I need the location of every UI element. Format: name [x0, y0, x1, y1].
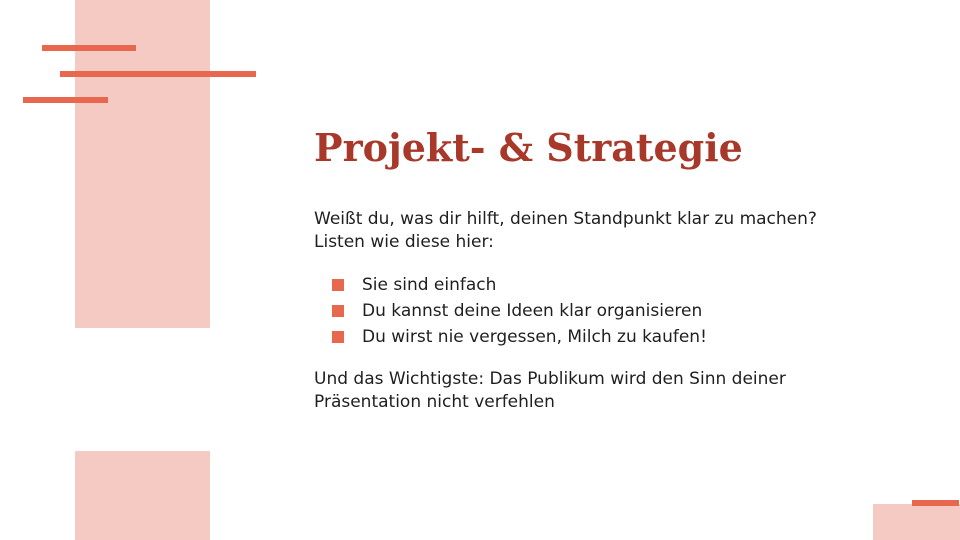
bullet-text: Sie sind einfach — [362, 275, 497, 295]
bullet-item: Du wirst nie vergessen, Milch zu kaufen! — [314, 324, 834, 350]
bullet-list: Sie sind einfach Du kannst deine Ideen k… — [314, 272, 834, 350]
square-bullet-icon — [332, 331, 344, 343]
slide-body: Weißt du, was dir hilft, deinen Standpun… — [314, 208, 834, 414]
bullet-item: Du kannst deine Ideen klar organisieren — [314, 298, 834, 324]
bullet-text: Du kannst deine Ideen klar organisieren — [362, 301, 703, 321]
decorative-block-bottom — [75, 451, 210, 540]
conclusion-text: Und das Wichtigste: Das Publikum wird de… — [314, 369, 786, 412]
decorative-line — [60, 71, 256, 77]
slide: Projekt- & Strategie Weißt du, was dir h… — [0, 0, 960, 540]
bullet-text: Du wirst nie vergessen, Milch zu kaufen! — [362, 327, 707, 347]
decorative-block-corner — [873, 504, 960, 540]
intro-text: Listen wie diese hier: — [314, 232, 494, 252]
slide-title: Projekt- & Strategie — [314, 125, 743, 170]
decorative-line — [23, 97, 108, 103]
bullet-item: Sie sind einfach — [314, 272, 834, 298]
intro-text: Weißt du, was dir hilft, deinen Standpun… — [314, 209, 817, 229]
decorative-line — [42, 45, 136, 51]
square-bullet-icon — [332, 305, 344, 317]
square-bullet-icon — [332, 279, 344, 291]
decorative-line — [912, 500, 959, 506]
